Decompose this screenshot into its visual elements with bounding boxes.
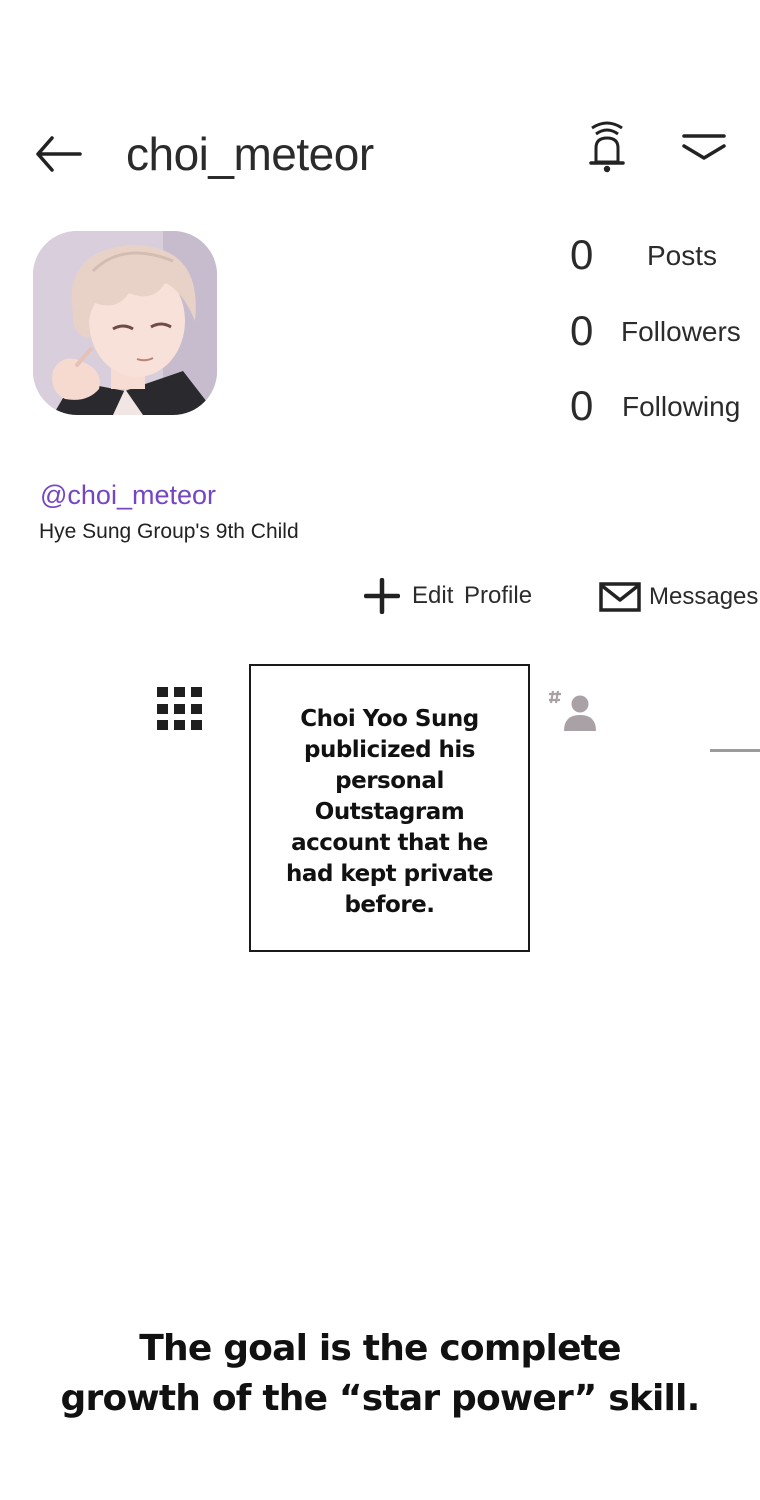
bell-icon: [589, 121, 625, 173]
messages-label: Messages: [649, 583, 759, 610]
page-title: choi_meteor: [126, 128, 374, 180]
followers-count[interactable]: 0: [570, 306, 593, 356]
narration-text: Choi Yoo Sung publicized his personal Ou…: [286, 705, 493, 918]
followers-label[interactable]: Followers: [621, 314, 741, 350]
chevron-down-icon: [682, 134, 726, 160]
messages-button[interactable]: Messages: [599, 578, 758, 616]
arrow-left-icon: [36, 136, 82, 172]
following-count[interactable]: 0: [570, 381, 593, 431]
caption-line-1: The goal is the complete: [139, 1328, 621, 1369]
narration-box: Choi Yoo Sung publicized his personal Ou…: [249, 664, 530, 952]
edit-profile-button[interactable]: Edit Profile: [364, 577, 532, 615]
notifications-button[interactable]: [584, 120, 630, 176]
grid-icon: [157, 687, 202, 730]
profile-handle: @choi_meteor: [40, 480, 216, 510]
edit-profile-label: Edit Profile: [412, 582, 533, 609]
tab-tagged[interactable]: [549, 688, 599, 732]
tab-posts-grid[interactable]: [157, 687, 203, 731]
avatar[interactable]: [33, 231, 217, 415]
profile-bio: Hye Sung Group's 9th Child: [39, 520, 299, 543]
following-label[interactable]: Following: [622, 389, 740, 425]
envelope-icon: [599, 582, 641, 612]
avatar-illustration: [33, 231, 217, 415]
caption-line-2: growth of the “star power” skill.: [60, 1378, 701, 1419]
menu-button[interactable]: [680, 128, 728, 168]
caption: The goal is the complete growth of the “…: [0, 1324, 760, 1424]
tab-indicator: [710, 749, 760, 752]
plus-icon: [364, 578, 400, 614]
tagged-person-icon: [549, 690, 596, 731]
back-button[interactable]: [34, 132, 84, 176]
posts-count[interactable]: 0: [570, 230, 593, 280]
posts-label[interactable]: Posts: [647, 238, 717, 274]
